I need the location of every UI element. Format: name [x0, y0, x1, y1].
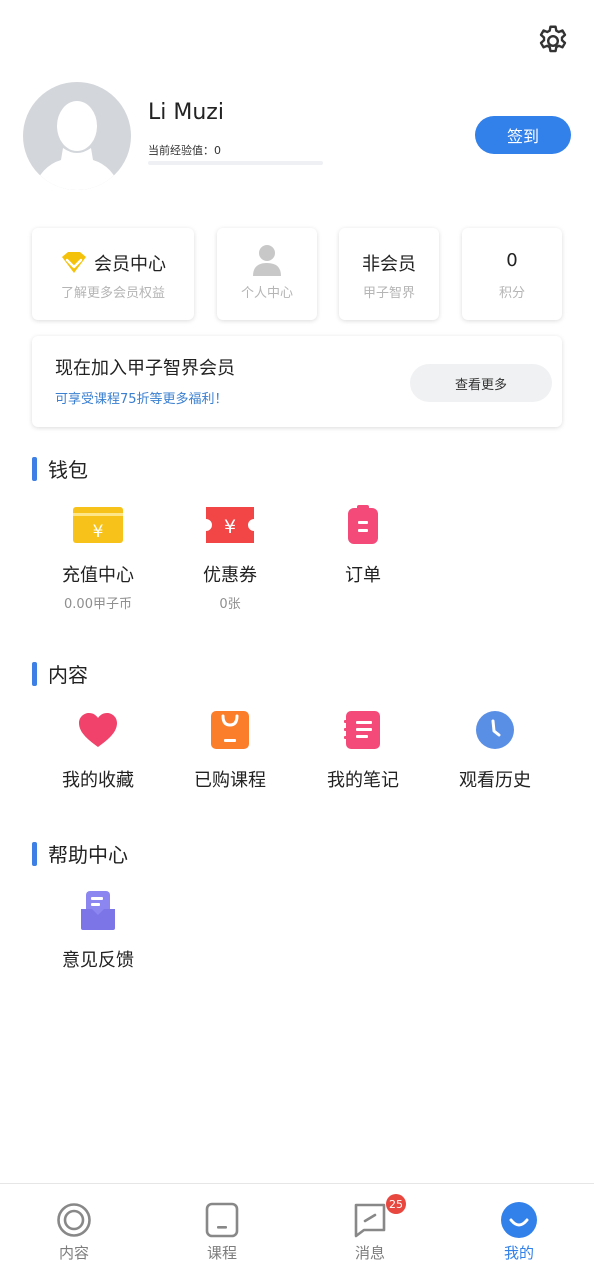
personal-center-card[interactable]: 个人中心 [217, 228, 317, 320]
watch-history-item[interactable]: 观看历史 [429, 708, 561, 792]
content-tab-icon-wrap [54, 1200, 94, 1240]
tab-profile-label: 我的 [503, 1244, 534, 1262]
points-label: 积分 [498, 286, 525, 301]
section-accent-bar [32, 456, 37, 481]
my-favorites-label: 我的收藏 [62, 770, 134, 791]
recharge-center-label: 充值中心 [62, 565, 134, 586]
heart-icon-wrap [70, 708, 126, 752]
content-tab-icon [57, 1203, 91, 1237]
feedback-label: 意见反馈 [62, 950, 134, 971]
tab-messages-label: 消息 [354, 1244, 385, 1262]
membership-status: 非会员 [362, 254, 416, 275]
order-icon-wrap [335, 503, 391, 547]
content-section-title: 内容 [48, 663, 88, 687]
order-label: 订单 [345, 565, 381, 586]
feedback-icon [81, 891, 115, 930]
my-notes-item[interactable]: 我的笔记 [297, 708, 429, 792]
experience-progress-bar [148, 161, 323, 165]
profile-tab-icon [501, 1202, 537, 1238]
notes-icon-wrap [335, 708, 391, 752]
section-accent-bar [32, 841, 37, 866]
tab-content[interactable]: 内容 [24, 1200, 124, 1263]
clock-icon [476, 711, 514, 749]
tab-profile[interactable]: 我的 [469, 1200, 569, 1263]
join-member-banner: 现在加入甲子智界会员 可享受课程75折等更多福利！ 查看更多 [32, 336, 562, 427]
purchased-courses-item[interactable]: 已购课程 [164, 708, 296, 792]
profile-header: Li Muzi 当前经验值：0 签到 [23, 82, 571, 190]
watch-history-label: 观看历史 [459, 770, 531, 791]
order-item[interactable]: 订单 [297, 503, 429, 587]
tab-courses[interactable]: 课程 [172, 1200, 272, 1263]
clock-icon-wrap [467, 708, 523, 752]
tab-content-label: 内容 [58, 1244, 89, 1262]
gear-icon [539, 25, 567, 53]
membership-status-card[interactable]: 非会员 甲子智界 [339, 228, 439, 320]
checkin-button[interactable]: 签到 [475, 116, 571, 154]
course-tab-icon [205, 1202, 239, 1238]
purchased-courses-label: 已购课程 [194, 770, 266, 791]
join-banner-title: 现在加入甲子智界会员 [55, 358, 235, 379]
feedback-icon-wrap [70, 888, 126, 932]
my-favorites-item[interactable]: 我的收藏 [32, 708, 164, 792]
purchased-course-icon-wrap [202, 708, 258, 752]
section-accent-bar [32, 661, 37, 686]
heart-icon [79, 713, 117, 747]
member-center-subtitle: 了解更多会员权益 [60, 286, 165, 301]
person-icon [253, 245, 281, 276]
coupon-label: 优惠券 [203, 565, 257, 586]
username: Li Muzi [148, 100, 224, 125]
my-notes-label: 我的笔记 [327, 770, 399, 791]
tab-courses-label: 课程 [206, 1244, 237, 1262]
membership-status-subtitle: 甲子智界 [362, 286, 415, 301]
coupon-item[interactable]: ¥ 优惠券 0张 [164, 503, 296, 612]
wallet-section-title: 钱包 [48, 458, 88, 482]
feedback-item[interactable]: 意见反馈 [32, 888, 164, 972]
member-center-card[interactable]: 会员中心 了解更多会员权益 [32, 228, 194, 320]
help-section-title: 帮助中心 [48, 843, 128, 867]
view-more-button[interactable]: 查看更多 [410, 364, 552, 402]
settings-button[interactable] [534, 22, 572, 60]
purchased-course-icon [211, 711, 249, 749]
message-count-badge: 25 [386, 1194, 406, 1214]
diamond-icon [62, 252, 86, 273]
message-tab-icon-wrap: 25 [350, 1194, 406, 1240]
wallet-yuan-icon-wrap: ¥ [70, 503, 126, 547]
avatar[interactable] [23, 82, 131, 190]
profile-tab-icon-wrap [499, 1200, 539, 1240]
bottom-tab-bar: 内容 课程 25 消息 我的 [0, 1183, 594, 1280]
member-center-title-row: 会员中心 [32, 250, 194, 276]
person-icon-wrap [217, 244, 317, 276]
svg-text:¥: ¥ [93, 522, 104, 542]
tab-messages[interactable]: 25 消息 [320, 1194, 420, 1263]
experience-label: 当前经验值：0 [148, 144, 221, 157]
wallet-yuan-icon: ¥ [73, 507, 123, 543]
svg-text:¥: ¥ [224, 516, 236, 538]
order-icon [348, 505, 378, 544]
help-section-header: 帮助中心 [32, 839, 128, 868]
user-avatar-placeholder-icon [33, 101, 121, 190]
coupon-icon-wrap: ¥ [202, 503, 258, 547]
points-value: 0 [506, 250, 518, 271]
recharge-center-balance: 0.00甲子币 [64, 597, 132, 612]
content-section-header: 内容 [32, 659, 88, 688]
join-banner-subtitle: 可享受课程75折等更多福利！ [55, 392, 228, 407]
course-tab-icon-wrap [202, 1200, 242, 1240]
personal-center-label: 个人中心 [240, 286, 293, 301]
recharge-center-item[interactable]: ¥ 充值中心 0.00甲子币 [32, 503, 164, 612]
profile-page: Li Muzi 当前经验值：0 签到 会员中心 了解更多会员权益 个人中心 非会… [0, 0, 594, 1280]
member-center-title: 会员中心 [94, 254, 166, 275]
message-tab-icon [354, 1203, 386, 1238]
notes-icon [344, 711, 380, 749]
wallet-section-header: 钱包 [32, 454, 88, 483]
coupon-count: 0张 [219, 597, 241, 612]
coupon-icon: ¥ [206, 507, 254, 543]
points-card[interactable]: 0 积分 [462, 228, 562, 320]
